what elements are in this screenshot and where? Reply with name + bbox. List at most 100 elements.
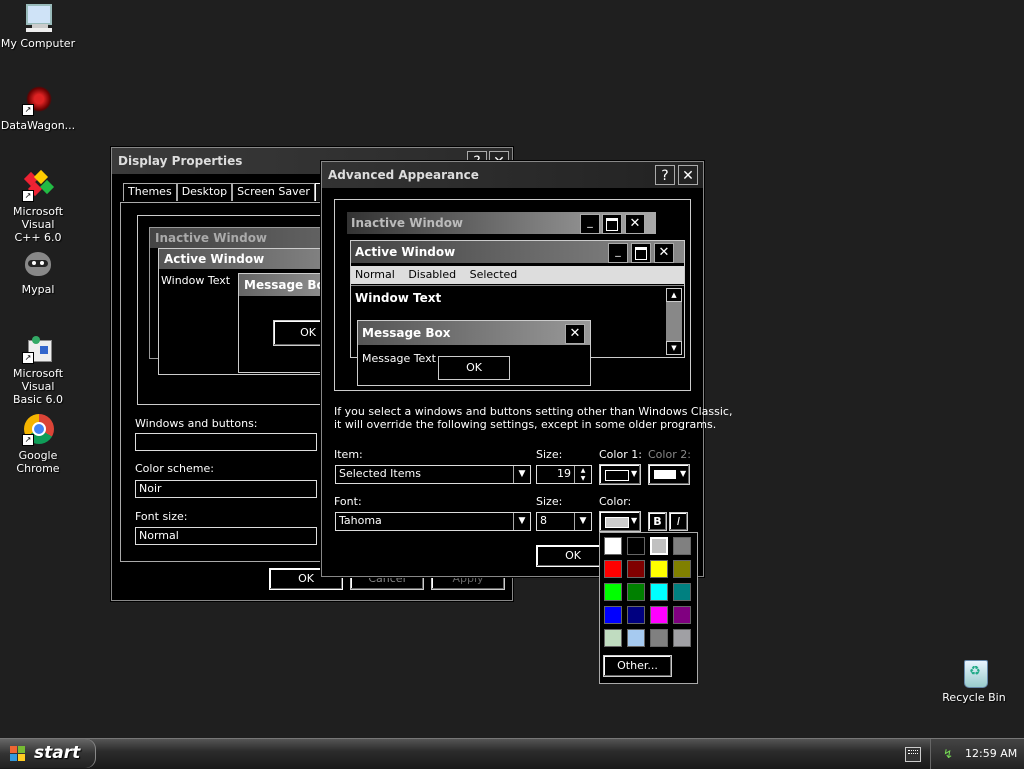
color-swatch[interactable]	[673, 583, 691, 601]
clock[interactable]: 12:59 AM	[965, 747, 1017, 760]
close-icon: ✕	[565, 324, 585, 344]
color-swatch[interactable]	[673, 606, 691, 624]
italic-button[interactable]: I	[669, 512, 688, 531]
desktop-icon-recycle-bin[interactable]: ♻ Recycle Bin	[934, 656, 1014, 704]
close-icon: ✕	[654, 243, 674, 263]
desktop-icon-label: Mypal	[21, 283, 55, 296]
help-button[interactable]: ?	[655, 165, 675, 185]
color-swatch[interactable]	[650, 583, 668, 601]
color-swatch[interactable]	[650, 560, 668, 578]
color-swatch[interactable]	[650, 537, 668, 555]
other-color-button[interactable]: Other...	[603, 655, 672, 677]
desktop-icon-visual-cpp[interactable]: ↗ Microsoft Visual C++ 6.0	[0, 169, 78, 244]
preview-message-title: Message Box	[358, 321, 590, 345]
scroll-down-icon: ▼	[666, 341, 682, 355]
font-label: Font:	[334, 495, 362, 508]
color2-button[interactable]: ▼	[648, 464, 690, 485]
tab-desktop[interactable]: Desktop	[176, 183, 233, 201]
font-color-label: Color:	[599, 495, 632, 508]
bold-button[interactable]: B	[648, 512, 667, 531]
desktop-icon-label: Microsoft Visual Basic 6.0	[12, 367, 64, 406]
font-size-value: 8	[540, 514, 547, 527]
item-size-stepper[interactable]: 19 ▲ ▼	[536, 465, 592, 484]
minimize-icon: _	[608, 243, 628, 263]
datawagon-icon: ↗	[22, 84, 54, 116]
font-size-label: Font size:	[135, 510, 188, 523]
visual-basic-icon: ↗	[22, 332, 54, 364]
color-swatch[interactable]	[673, 629, 691, 647]
windows-buttons-select[interactable]	[135, 433, 317, 451]
color-swatch[interactable]	[627, 583, 645, 601]
menu-selected: Selected	[469, 268, 518, 281]
tab-themes[interactable]: Themes	[123, 183, 177, 201]
color1-button[interactable]: ▼	[599, 464, 641, 485]
color-swatch[interactable]	[627, 537, 645, 555]
close-button[interactable]: ✕	[678, 165, 698, 185]
windows-logo-icon	[10, 746, 26, 761]
font-value: Tahoma	[339, 514, 382, 527]
preview-message-text: Message Text	[362, 352, 436, 365]
preview-message-box: Message Box ✕ Message Text OK	[357, 320, 591, 386]
color-scheme-value: Noir	[139, 482, 162, 495]
desktop-icon-label: Microsoft Visual C++ 6.0	[12, 205, 64, 244]
chevron-down-icon: ▼	[680, 469, 687, 478]
color-swatch[interactable]	[627, 629, 645, 647]
tab-screen-saver[interactable]: Screen Saver	[232, 183, 315, 201]
windows-buttons-label: Windows and buttons:	[135, 417, 258, 430]
font-size-select[interactable]: 8 ▼	[536, 512, 592, 531]
color-swatch[interactable]	[604, 606, 622, 624]
chevron-down-icon: ▼	[631, 469, 638, 478]
font-size-select[interactable]: Normal	[135, 527, 317, 545]
window-title: Advanced Appearance	[328, 168, 479, 182]
color1-label: Color 1:	[599, 448, 642, 461]
chevron-down-icon[interactable]: ▼	[513, 513, 530, 530]
color-swatch[interactable]	[673, 537, 691, 555]
preview-scrollbar: ▲ ▼	[666, 288, 682, 355]
item-label: Item:	[334, 448, 363, 461]
keyboard-icon[interactable]	[905, 747, 921, 762]
preview-menu-bar: Normal Disabled Selected	[351, 266, 684, 284]
tab-strip: Themes Desktop Screen Saver Ap	[123, 183, 340, 201]
advanced-appearance-window: Advanced Appearance ? ✕ Inactive Window …	[321, 161, 732, 577]
font-color-button[interactable]: ▼	[599, 511, 641, 532]
chevron-down-icon: ▼	[631, 516, 638, 525]
color-swatch[interactable]	[604, 583, 622, 601]
color-swatch[interactable]	[604, 629, 622, 647]
color2-label: Color 2:	[648, 448, 691, 461]
chevron-down-icon[interactable]: ▼	[513, 466, 530, 483]
chevron-down-icon[interactable]: ▼	[574, 513, 591, 530]
chrome-icon: ↗	[22, 414, 54, 446]
advanced-preview: Inactive Window _ ✕ Active Window _ ✕ No…	[334, 199, 691, 391]
stepper-down-icon[interactable]: ▼	[574, 474, 591, 483]
desktop-icon-mypal[interactable]: Mypal	[0, 248, 78, 296]
color-scheme-select[interactable]: Noir	[135, 480, 317, 498]
preview-inactive-title: Inactive Window	[150, 228, 350, 248]
desktop-icon-datawagon[interactable]: ↗ DataWagon...	[0, 84, 78, 132]
maximize-icon	[602, 214, 622, 234]
item-select[interactable]: Selected Items ▼	[335, 465, 531, 484]
item-size-value: 19	[557, 467, 571, 480]
color-swatch[interactable]	[604, 560, 622, 578]
color-swatch[interactable]	[627, 560, 645, 578]
desktop-icon-label: DataWagon...	[0, 119, 76, 132]
font-select[interactable]: Tahoma ▼	[335, 512, 531, 531]
advanced-appearance-titlebar[interactable]: Advanced Appearance	[322, 162, 703, 188]
color-swatch[interactable]	[604, 537, 622, 555]
desktop-icon-chrome[interactable]: ↗ Google Chrome	[0, 414, 78, 475]
color-swatch[interactable]	[673, 560, 691, 578]
color-swatch[interactable]	[627, 606, 645, 624]
mypal-raccoon-icon	[22, 248, 54, 280]
recycle-bin-icon: ♻	[958, 656, 990, 688]
start-button[interactable]: start	[0, 739, 96, 768]
start-label: start	[34, 743, 81, 763]
close-icon: ✕	[625, 214, 645, 234]
color-swatch[interactable]	[650, 629, 668, 647]
preview-ok-button: OK	[438, 356, 510, 380]
desktop-icon-label: Google Chrome	[16, 449, 60, 475]
color-scheme-label: Color scheme:	[135, 462, 214, 475]
network-icon[interactable]: ↯	[943, 747, 957, 761]
item-size-label: Size:	[536, 448, 563, 461]
desktop-icon-visual-basic[interactable]: ↗ Microsoft Visual Basic 6.0	[0, 332, 78, 406]
desktop-icon-my-computer[interactable]: My Computer	[0, 2, 78, 50]
color-swatch[interactable]	[650, 606, 668, 624]
